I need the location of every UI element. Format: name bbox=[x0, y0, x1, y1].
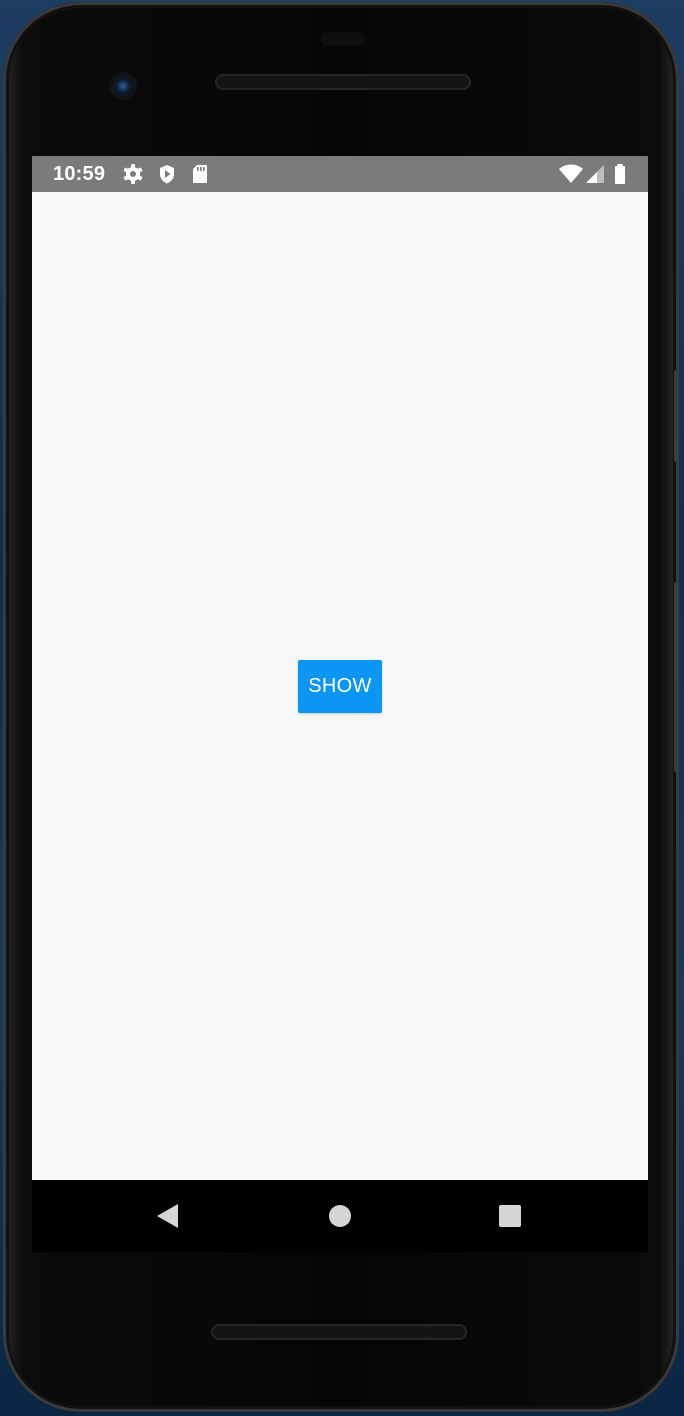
show-button[interactable]: SHOW bbox=[298, 660, 382, 713]
recents-icon[interactable] bbox=[496, 1202, 524, 1230]
home-icon[interactable] bbox=[326, 1202, 354, 1230]
app-content: SHOW bbox=[32, 192, 648, 1180]
sd-card-icon bbox=[189, 164, 211, 184]
bottom-speaker bbox=[211, 1324, 467, 1340]
proximity-sensor bbox=[321, 32, 365, 46]
navigation-bar bbox=[32, 1180, 648, 1252]
volume-button bbox=[674, 370, 679, 462]
back-icon[interactable] bbox=[154, 1202, 182, 1230]
cellular-signal-icon bbox=[584, 164, 606, 184]
device-screen: 10:59 SHOW bbox=[32, 156, 648, 1180]
earpiece-speaker bbox=[215, 74, 471, 90]
status-bar: 10:59 bbox=[32, 156, 648, 192]
battery-icon bbox=[612, 164, 628, 184]
settings-icon bbox=[122, 164, 144, 184]
wifi-icon bbox=[558, 164, 584, 184]
shield-icon bbox=[156, 164, 178, 184]
power-button bbox=[674, 582, 679, 772]
front-camera bbox=[109, 72, 137, 100]
status-clock: 10:59 bbox=[53, 163, 106, 185]
